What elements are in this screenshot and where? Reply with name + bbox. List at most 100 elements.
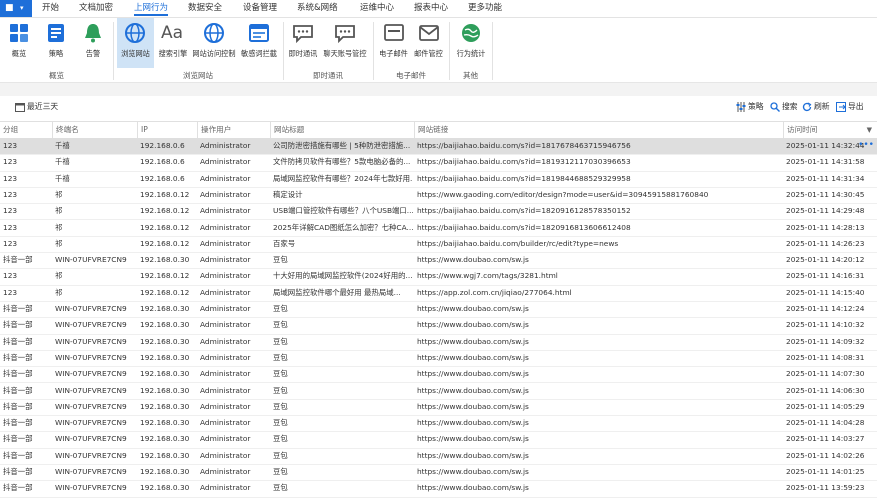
table-row[interactable]: 抖音一部 WIN-07UFVRE7CN9 192.168.0.30 Administr… bbox=[0, 350, 877, 368]
table-row[interactable]: 123 千禧 192.168.0.6 Administrator 文件防拷贝软件有哪些？… bbox=[0, 154, 877, 172]
menu-item-system-network[interactable]: 系统&网络 bbox=[297, 2, 338, 15]
app-menu-button[interactable]: ■ ▾ bbox=[0, 0, 32, 17]
column-header-group[interactable]: 分组 bbox=[0, 122, 51, 138]
search-icon bbox=[770, 102, 780, 112]
search-button[interactable]: 搜索 bbox=[770, 100, 798, 114]
cell-website-link: https://www.doubao.com/sw.js bbox=[417, 385, 529, 395]
table-row[interactable]: 抖音一部 WIN-07UFVRE7CN9 192.168.0.30 Administr… bbox=[0, 480, 877, 498]
table-row[interactable]: 抖音一部 WIN-07UFVRE7CN9 192.168.0.30 Administr… bbox=[0, 431, 877, 449]
menu-item-start[interactable]: 开始 bbox=[42, 2, 59, 15]
cell-terminal-name: WIN-07UFVRE7CN9 bbox=[55, 401, 127, 411]
ribbon-separator bbox=[492, 22, 493, 80]
more-options-icon[interactable]: ••• bbox=[858, 138, 874, 152]
menu-item-device-management[interactable]: 设备管理 bbox=[243, 2, 277, 15]
table-row[interactable]: 抖音一部 WIN-07UFVRE7CN9 192.168.0.30 Administr… bbox=[0, 448, 877, 465]
export-button[interactable]: 导出 bbox=[836, 100, 864, 114]
cell-ip: 192.168.0.30 bbox=[140, 369, 190, 379]
cell-access-time: 2025-01-11 14:29:48 bbox=[786, 206, 865, 216]
strategy-tool-button[interactable]: 策略 bbox=[736, 100, 764, 114]
email-control-button[interactable]: 邮件管控 bbox=[412, 18, 445, 68]
cell-group: 123 bbox=[3, 271, 18, 281]
column-header-ip[interactable]: IP bbox=[137, 122, 199, 138]
table-row[interactable]: 抖音一部 WIN-07UFVRE7CN9 192.168.0.30 Administr… bbox=[0, 383, 877, 400]
alarm-button[interactable]: 告警 bbox=[78, 18, 108, 68]
refresh-icon bbox=[802, 102, 812, 112]
cell-access-time: 2025-01-11 14:06:30 bbox=[786, 385, 865, 395]
column-header-access-time[interactable]: 访问时间 ▼ bbox=[783, 122, 877, 138]
table-row[interactable]: 抖音一部 WIN-07UFVRE7CN9 192.168.0.30 Administr… bbox=[0, 464, 877, 482]
cell-ip: 192.168.0.30 bbox=[140, 385, 190, 395]
chat-account-control-button[interactable]: 聊天账号管控 bbox=[321, 18, 369, 68]
menu-item-more-features[interactable]: 更多功能 bbox=[468, 2, 502, 15]
table-row[interactable]: 123 祁 192.168.0.12 Administrator USB端口管控软件有哪… bbox=[0, 203, 877, 221]
cell-website-link: https://baijiahao.baidu.com/s?id=1820916… bbox=[417, 206, 631, 216]
cell-group: 抖音一部 bbox=[3, 320, 33, 330]
cell-access-time: 2025-01-11 14:31:58 bbox=[786, 157, 865, 167]
cell-access-time: 2025-01-11 14:05:29 bbox=[786, 401, 865, 411]
column-header-website-title[interactable]: 网站标题 bbox=[270, 122, 414, 138]
date-range-button[interactable]: 最近三天 bbox=[15, 100, 58, 114]
table-row[interactable]: 123 千禧 192.168.0.6 Administrator 局域网监控软件有哪些？… bbox=[0, 171, 877, 188]
table-row[interactable]: 抖音一部 WIN-07UFVRE7CN9 192.168.0.30 Administr… bbox=[0, 252, 877, 270]
cell-ip: 192.168.0.12 bbox=[140, 222, 190, 232]
table-row[interactable]: 123 祁 192.168.0.12 Administrator 十大好用的局域网监控软… bbox=[0, 268, 877, 286]
behavior-stats-button[interactable]: 行为统计 bbox=[454, 18, 488, 68]
website-access-control-button[interactable]: 网站访问控制 bbox=[191, 18, 237, 68]
group-label-other: 其他 bbox=[463, 71, 478, 80]
cell-group: 抖音一部 bbox=[3, 467, 33, 476]
table-row[interactable]: 123 祁 192.168.0.12 Administrator 稿定设计 https:/… bbox=[0, 187, 877, 205]
table-row[interactable]: 123 祁 192.168.0.12 Administrator 2025年详解CAD图… bbox=[0, 220, 877, 237]
cell-operating-user: Administrator bbox=[200, 385, 251, 395]
cell-website-link: https://baijiahao.baidu.com/s?id=1817678… bbox=[417, 141, 631, 150]
cell-ip: 192.168.0.12 bbox=[140, 238, 190, 248]
search-engine-button[interactable]: Aa 搜索引擎 bbox=[156, 18, 190, 68]
group-label-browse-websites: 浏览网站 bbox=[183, 71, 213, 80]
cell-group: 123 bbox=[3, 189, 18, 199]
cell-group: 抖音一部 bbox=[3, 352, 33, 362]
toolbar: 最近三天 策略 搜索 刷新 导出 bbox=[0, 96, 877, 118]
email-button[interactable]: 电子邮件 bbox=[377, 18, 410, 68]
cell-website-link: https://www.doubao.com/sw.js bbox=[417, 483, 529, 493]
menu-item-doc-encryption[interactable]: 文档加密 bbox=[79, 2, 113, 15]
table-row[interactable]: 抖音一部 WIN-07UFVRE7CN9 192.168.0.30 Administr… bbox=[0, 301, 877, 319]
cell-operating-user: Administrator bbox=[200, 238, 251, 248]
column-header-website-link[interactable]: 网站链接 bbox=[414, 122, 782, 138]
menu-item-internet-behavior[interactable]: 上网行为 bbox=[134, 2, 169, 16]
app-grid-icon: ■ bbox=[5, 3, 14, 13]
cell-ip: 192.168.0.6 bbox=[140, 157, 185, 167]
table-row[interactable]: 123 千禧 192.168.0.6 Administrator 公司防泄密措施有哪些 … bbox=[0, 138, 877, 156]
table-row[interactable]: 抖音一部 WIN-07UFVRE7CN9 192.168.0.30 Administr… bbox=[0, 399, 877, 417]
cell-website-link: https://www.doubao.com/sw.js bbox=[417, 336, 529, 346]
instant-messaging-button[interactable]: 即时通讯 bbox=[286, 18, 320, 68]
table-row[interactable]: 123 祁 192.168.0.12 Administrator 局域网监控软件哪个最好… bbox=[0, 285, 877, 302]
menu-item-ops-center[interactable]: 运维中心 bbox=[360, 2, 394, 15]
browse-websites-button[interactable]: 浏览网站 bbox=[117, 18, 154, 68]
cell-group: 抖音一部 bbox=[3, 450, 33, 460]
table-row[interactable]: 抖音一部 WIN-07UFVRE7CN9 192.168.0.30 Administr… bbox=[0, 415, 877, 433]
sliders-icon bbox=[736, 102, 746, 112]
table-row[interactable]: 抖音一部 WIN-07UFVRE7CN9 192.168.0.30 Administr… bbox=[0, 366, 877, 384]
cell-access-time: 2025-01-11 14:10:32 bbox=[786, 320, 865, 330]
email-control-label: 邮件管控 bbox=[414, 49, 443, 58]
refresh-button[interactable]: 刷新 bbox=[802, 100, 830, 114]
cell-terminal-name: WIN-07UFVRE7CN9 bbox=[55, 483, 127, 493]
cell-ip: 192.168.0.30 bbox=[140, 418, 190, 428]
cell-access-time: 2025-01-11 14:30:45 bbox=[786, 189, 865, 199]
cell-website-title: 豆包 bbox=[273, 255, 288, 265]
cell-website-link: https://www.doubao.com/sw.js bbox=[417, 434, 529, 444]
sensitive-word-block-button[interactable]: 敏感词拦截 bbox=[239, 18, 279, 68]
cell-website-title: 豆包 bbox=[273, 352, 288, 362]
overview-button[interactable]: 概览 bbox=[4, 18, 34, 68]
column-header-terminal-name[interactable]: 终端名 bbox=[52, 122, 136, 138]
menu-item-data-security[interactable]: 数据安全 bbox=[188, 2, 222, 15]
strategy-button[interactable]: 策略 bbox=[41, 18, 71, 68]
cell-access-time: 2025-01-11 14:07:30 bbox=[786, 369, 865, 379]
column-header-operating-user[interactable]: 操作用户 bbox=[197, 122, 269, 138]
cell-website-title: USB端口管控软件有哪些？八个USB端口... bbox=[273, 206, 413, 216]
cell-website-link: https://baijiahao.baidu.com/s?id=1819312… bbox=[417, 157, 631, 167]
table-row[interactable]: 123 祁 192.168.0.12 Administrator 百家号 https://… bbox=[0, 236, 877, 254]
menu-item-report-center[interactable]: 报表中心 bbox=[414, 2, 448, 15]
cell-website-title: 文件防拷贝软件有哪些？5款电脑必备的... bbox=[273, 157, 411, 167]
table-row[interactable]: 抖音一部 WIN-07UFVRE7CN9 192.168.0.30 Administr… bbox=[0, 334, 877, 351]
table-row[interactable]: 抖音一部 WIN-07UFVRE7CN9 192.168.0.30 Administr… bbox=[0, 317, 877, 335]
